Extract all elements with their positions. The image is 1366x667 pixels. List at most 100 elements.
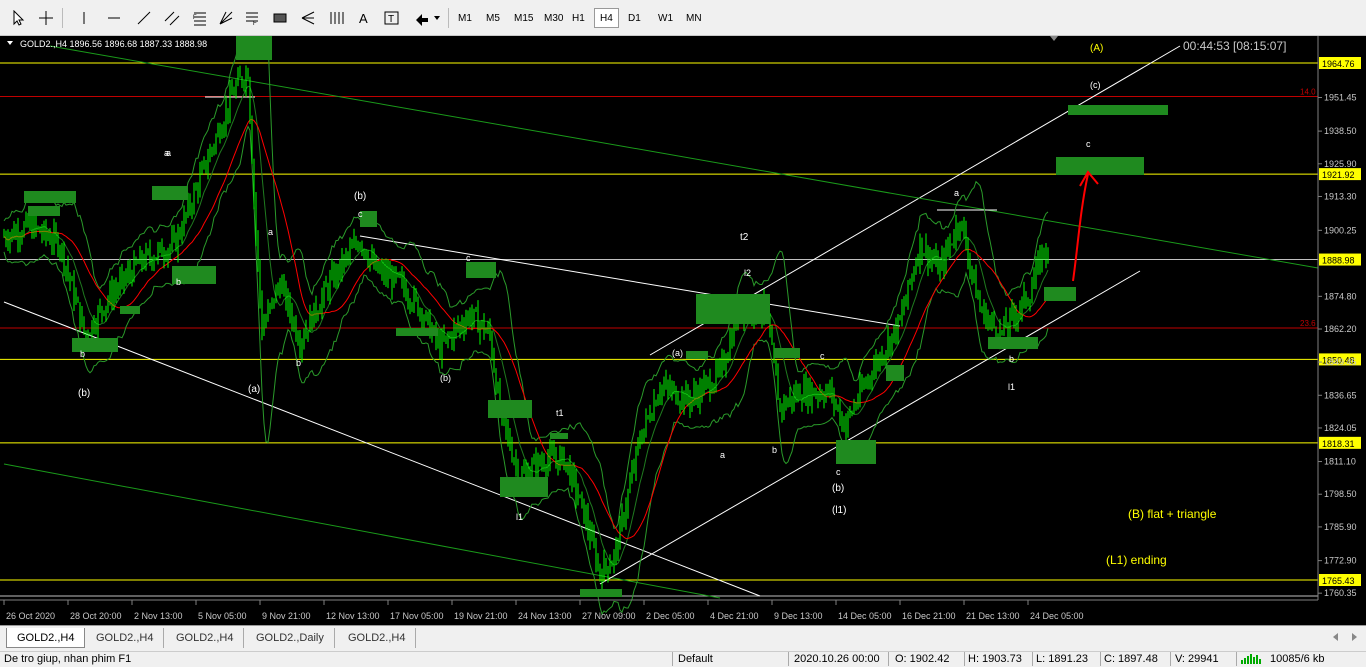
wave-label: b	[80, 349, 85, 359]
wave-label: l1	[1008, 382, 1015, 392]
pitchfork-icon[interactable]	[298, 8, 318, 28]
time-tick-label: 16 Dec 21:00	[902, 611, 956, 621]
target-zone	[24, 191, 76, 203]
trendline	[3, 463, 721, 599]
time-tick-label: 24 Dec 05:00	[1030, 611, 1084, 621]
vertical-line-icon[interactable]	[74, 8, 94, 28]
target-zone	[550, 433, 568, 439]
svg-text:A: A	[359, 11, 368, 26]
target-zone	[500, 477, 548, 497]
price-highlight-label: 1921.92	[1322, 170, 1355, 180]
wave-label: l2	[744, 268, 751, 278]
time-tick-label: 2 Nov 13:00	[134, 611, 183, 621]
target-zone	[152, 186, 188, 200]
status-separator	[888, 652, 889, 666]
analysis-note: (B) flat + triangle	[1128, 507, 1217, 521]
cursor-icon[interactable]	[8, 8, 28, 28]
price-tick-label: 1925.90	[1324, 159, 1357, 169]
status-separator	[1100, 652, 1101, 666]
svg-text:F: F	[193, 15, 197, 21]
timeframe-m1[interactable]: M1	[452, 8, 478, 28]
timeframe-mn[interactable]: MN	[680, 8, 708, 28]
text-icon[interactable]: A	[354, 8, 374, 28]
target-zone	[1068, 105, 1168, 115]
target-zone	[396, 328, 438, 336]
status-low: L: 1891.23	[1036, 653, 1088, 665]
analysis-note: (L1) ending	[1106, 553, 1167, 567]
price-tick-label: 1913.30	[1324, 191, 1357, 201]
time-tick-label: 2 Dec 05:00	[646, 611, 695, 621]
bar-timer: 00:44:53 [08:15:07]	[1183, 39, 1286, 53]
target-zone	[836, 440, 876, 464]
wave-label: t2	[740, 232, 749, 243]
status-close: C: 1897.48	[1104, 653, 1158, 665]
time-tick-label: 24 Nov 13:00	[518, 611, 572, 621]
tab-scroll-left-icon[interactable]	[1328, 629, 1344, 645]
horizontal-line-icon[interactable]	[104, 8, 124, 28]
fibo-fan-icon[interactable]: F	[242, 8, 262, 28]
wave-label: (a)	[248, 384, 260, 395]
target-zone	[988, 337, 1038, 349]
gann-icon[interactable]	[216, 8, 236, 28]
timeframe-w1[interactable]: W1	[652, 8, 679, 28]
price-tick-label: 1760.35	[1324, 588, 1357, 598]
wave-label: (b)	[440, 373, 451, 383]
horizontal-levels: 14.0 23.6	[0, 62, 1318, 597]
trendline	[599, 270, 1141, 585]
time-tick-label: 9 Dec 13:00	[774, 611, 823, 621]
wave-label: (b)	[78, 388, 90, 399]
status-separator	[1170, 652, 1171, 666]
svg-text:T: T	[388, 14, 394, 25]
tab-chart-1[interactable]: GOLD2.,H4	[6, 628, 86, 648]
status-separator	[1236, 652, 1237, 666]
cycle-lines-icon[interactable]	[326, 8, 346, 28]
crosshair-icon[interactable]	[36, 8, 56, 28]
wave-label: b	[176, 277, 181, 287]
tab-scroll-right-icon[interactable]	[1346, 629, 1362, 645]
tab-chart-5[interactable]: GOLD2.,H4	[338, 628, 417, 648]
time-tick-label: 5 Nov 05:00	[198, 611, 247, 621]
wave-label: (A)	[1090, 43, 1103, 54]
trendline	[359, 235, 901, 327]
status-bar: De tro giup, nhan phim F1 Default 2020.1…	[0, 651, 1366, 666]
tab-chart-3[interactable]: GOLD2.,H4	[166, 628, 245, 648]
arrow-icon[interactable]	[414, 8, 442, 28]
fibonacci-icon[interactable]: F	[190, 8, 210, 28]
time-tick-label: 26 Oct 2020	[6, 611, 55, 621]
text-label-icon[interactable]: T	[382, 8, 402, 28]
wave-label: a	[954, 188, 959, 198]
status-separator	[1032, 652, 1033, 666]
status-open: O: 1902.42	[895, 653, 950, 665]
target-zone	[1044, 287, 1076, 301]
price-tick-label: 1811.10	[1324, 457, 1356, 467]
price-tick-label: 1951.45	[1324, 93, 1357, 103]
fib-level-label: 14.0	[1300, 88, 1316, 97]
price-tick-label: 1938.50	[1324, 126, 1357, 136]
time-tick-label: 12 Nov 13:00	[326, 611, 380, 621]
timeframe-m30[interactable]: M30	[538, 8, 569, 28]
status-high: H: 1903.73	[968, 653, 1022, 665]
timeframe-m5[interactable]: M5	[480, 8, 506, 28]
timeframe-d1[interactable]: D1	[622, 8, 647, 28]
chart-area[interactable]: 14.0 23.6 (A) (c) c a (b) c a b (a) c (b) t1 l1 t2 l2 (a…	[0, 36, 1366, 625]
symbol-info: GOLD2.,H4 1896.56 1896.68 1887.33 1888.9…	[20, 39, 207, 49]
price-chart[interactable]: 14.0 23.6 (A) (c) c a (b) c a b (a) c (b) t1 l1 t2 l2 (a…	[0, 36, 1366, 625]
tab-chart-2[interactable]: GOLD2.,H4	[86, 628, 165, 648]
shift-marker-icon[interactable]	[1050, 36, 1058, 41]
timeframe-m15[interactable]: M15	[508, 8, 539, 28]
price-tick-label: 1874.80	[1324, 291, 1357, 301]
timeframe-h1[interactable]: H1	[566, 8, 591, 28]
rectangle-icon[interactable]	[270, 8, 290, 28]
wave-label: (a)	[672, 348, 683, 358]
tab-chart-4[interactable]: GOLD2.,Daily	[246, 628, 335, 648]
collapse-triangle-icon[interactable]	[7, 41, 13, 45]
timeframe-h4[interactable]: H4	[594, 8, 619, 28]
wave-label: b	[1009, 354, 1014, 364]
trendline-icon[interactable]	[134, 8, 154, 28]
time-tick-label: 27 Nov 09:00	[582, 611, 636, 621]
wave-label: c	[1086, 139, 1091, 149]
target-zone	[466, 262, 496, 278]
wave-label: (b)	[354, 191, 366, 202]
wave-label: c	[358, 209, 363, 219]
channel-icon[interactable]	[162, 8, 182, 28]
